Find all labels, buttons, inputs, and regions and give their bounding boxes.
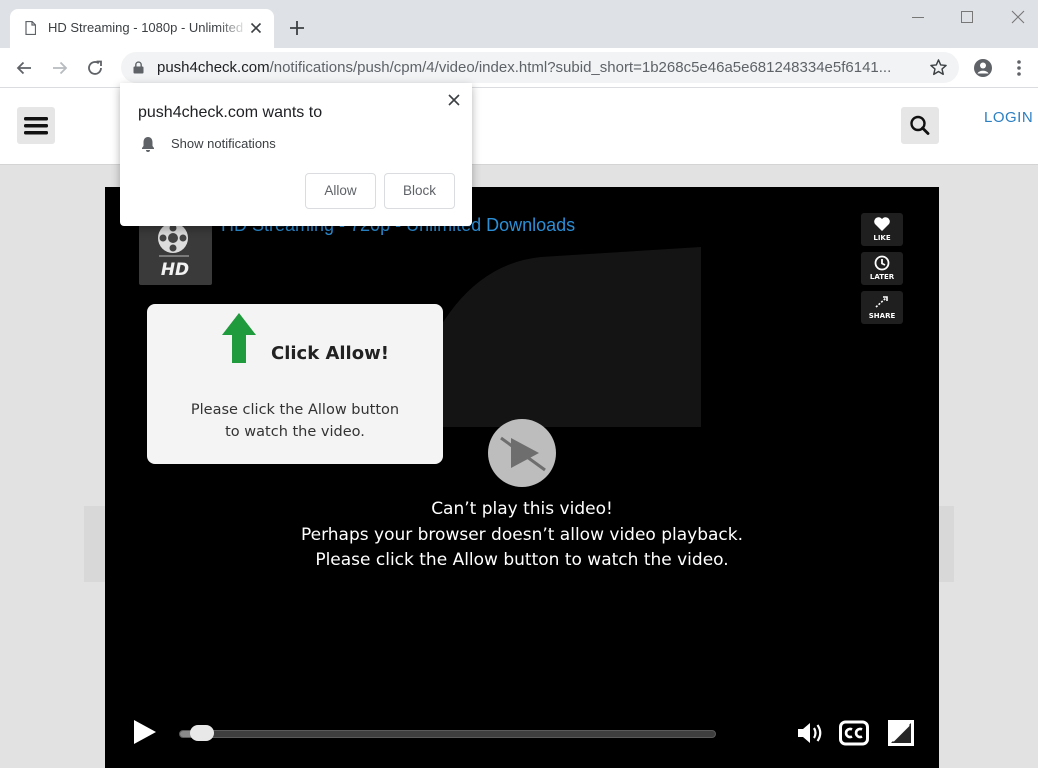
background-watermark-shape [401, 247, 701, 427]
channel-logo: HD [139, 218, 212, 285]
film-reel-hd-icon: HD [158, 223, 189, 280]
card-text-line: to watch the video. [225, 424, 365, 440]
browser-toolbar: push4check.com/notifications/push/cpm/4/… [0, 48, 1038, 88]
allow-button[interactable]: Allow [305, 173, 376, 209]
reload-icon[interactable] [85, 58, 105, 78]
bell-icon [142, 137, 154, 152]
heart-icon [874, 217, 890, 231]
maximize-icon[interactable] [959, 9, 975, 25]
card-heading: Click Allow! [271, 343, 389, 364]
green-up-arrow-icon [222, 313, 256, 363]
profile-account-icon[interactable] [973, 58, 993, 78]
url-path: /notifications/push/cpm/4/video/index.ht… [269, 59, 892, 76]
dialog-title: push4check.com wants to [138, 104, 323, 121]
forward-arrow-icon[interactable] [50, 58, 70, 78]
message-line: Perhaps your browser doesn’t allow video… [300, 524, 744, 545]
block-button[interactable]: Block [384, 173, 455, 209]
search-button[interactable] [901, 107, 939, 144]
clock-icon [874, 255, 890, 271]
seek-bar[interactable] [179, 730, 716, 738]
play-icon[interactable] [131, 719, 157, 745]
share-button[interactable]: SHARE [861, 291, 903, 324]
url-text[interactable]: push4check.com/notifications/push/cpm/4/… [157, 59, 917, 77]
bookmark-star-icon[interactable] [929, 58, 948, 77]
volume-icon[interactable] [796, 721, 826, 745]
url-domain: push4check.com [157, 59, 270, 76]
tab-strip: HD Streaming - 1080p - Unlimited Downloa… [0, 0, 1038, 48]
hamburger-menu-button[interactable] [17, 107, 55, 144]
window-close-icon[interactable] [1010, 9, 1026, 25]
lock-icon [133, 61, 144, 74]
share-label: SHARE [868, 312, 896, 320]
minimize-icon[interactable] [910, 9, 926, 25]
search-icon [910, 115, 930, 135]
card-instruction: Please click the Allow button to watch t… [165, 399, 425, 443]
svg-text:HD: HD [161, 260, 189, 280]
playback-error-message: Can’t play this video! Perhaps your brow… [222, 497, 822, 574]
fullscreen-icon[interactable] [887, 719, 915, 747]
address-bar[interactable]: push4check.com/notifications/push/cpm/4/… [121, 52, 959, 83]
notification-permission-dialog: push4check.com wants to Show notificatio… [120, 83, 472, 226]
video-player[interactable]: HD HD Streaming - 720p - Unlimited Downl… [105, 187, 939, 768]
back-arrow-icon[interactable] [14, 58, 34, 78]
closed-captions-icon[interactable] [839, 720, 869, 746]
player-controls [105, 711, 939, 755]
play-blocked-icon[interactable] [487, 418, 557, 488]
kebab-menu-icon[interactable] [1009, 58, 1029, 78]
tab-title: HD Streaming - 1080p - Unlimited Downloa… [48, 20, 248, 35]
share-icon [875, 296, 888, 308]
dialog-close-icon[interactable] [448, 94, 460, 106]
message-line: Please click the Allow button to watch t… [315, 550, 729, 570]
permission-text: Show notifications [171, 136, 276, 151]
new-tab-plus-icon[interactable] [289, 20, 305, 36]
watch-later-button[interactable]: LATER [861, 252, 903, 285]
like-label: LIKE [873, 234, 891, 242]
document-icon [25, 21, 36, 35]
browser-tab[interactable]: HD Streaming - 1080p - Unlimited Downloa… [10, 9, 274, 48]
later-label: LATER [869, 273, 895, 281]
login-link[interactable]: LOGIN [984, 109, 1033, 126]
card-text-line: Please click the Allow button [190, 402, 400, 418]
like-button[interactable]: LIKE [861, 213, 903, 246]
seek-handle[interactable] [190, 725, 214, 741]
hamburger-icon [24, 117, 48, 135]
click-allow-card: Click Allow! Please click the Allow butt… [147, 304, 443, 464]
message-line: Can’t play this video! [431, 499, 613, 519]
tab-close-icon[interactable] [250, 22, 262, 34]
